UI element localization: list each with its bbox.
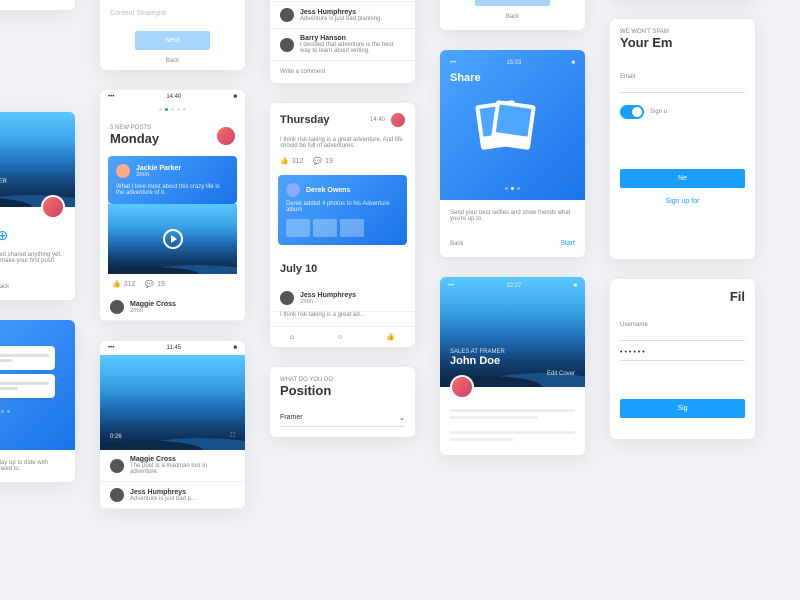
comment-item: Jess HumphreysAdventure is just bad p... (100, 482, 245, 509)
chat-bubble (0, 374, 55, 398)
like-icon[interactable]: 👍 (386, 333, 395, 341)
write-comment-input[interactable]: Write a comment (270, 61, 415, 83)
july-title: July 10 (280, 263, 405, 275)
start-link[interactable]: Start (560, 240, 575, 247)
post-stats: 👍 312💬 19 (280, 157, 405, 165)
password-input[interactable]: •••••• (620, 349, 745, 361)
comment-icon: 💬 19 (145, 280, 165, 288)
company-select[interactable]: Framer⌄ (280, 410, 405, 427)
back-link[interactable]: Back (450, 14, 575, 20)
fiber-title: ber (0, 30, 75, 53)
next-button[interactable]: Next (475, 0, 549, 6)
email-form-card: WE WON'T SPAM Your Em Email Sign u Ne Si… (610, 19, 755, 259)
chat-bubble (0, 346, 55, 370)
position-title: Position (280, 383, 405, 398)
avatar[interactable] (217, 127, 235, 145)
comment-item: Jess HumphreysAdventure is just bad plan… (270, 2, 415, 29)
signin-button[interactable]: Sig (620, 399, 745, 418)
back-link[interactable]: Back (0, 284, 65, 290)
post-stats: 👍 312 💬 19 (112, 280, 165, 288)
video-card: •••11:45■ 0:26⛶ Maggie CrossThe poet is … (100, 341, 245, 509)
fib-title: Fil (620, 289, 745, 304)
list-item[interactable]: Maggie Cross2min (100, 294, 245, 321)
profile2-card: •••12:27■ SALES AT FRAMER John Doe Edit … (440, 277, 585, 455)
home-icon[interactable]: ⌂ (290, 334, 294, 341)
signup-link[interactable]: Sign up for (620, 198, 745, 205)
video-comments-card: ▶ ━━━0:11 Maggie CrossThe poet is a madm… (270, 0, 415, 83)
username-label: Username (620, 322, 745, 328)
chat-card: Chat Send messages and stay up to date w… (0, 320, 75, 482)
thursday-card: Thursday 14:40 I think risk-taking is a … (270, 103, 415, 347)
thursday-title: Thursday (280, 114, 330, 126)
profile-name: John Doe (450, 355, 575, 367)
share-card: •••15:03■ Share Send your best selfies a… (440, 50, 585, 257)
avatar[interactable] (41, 195, 65, 219)
onboard-card: Bring your friends closer by building a … (0, 0, 75, 10)
polaroid-icon (493, 103, 533, 148)
empty-text: Looks like you have not shared anything … (0, 252, 65, 264)
tab-bar: ⌂ ○ 👍 (270, 326, 415, 347)
chat-title: Chat (0, 330, 65, 342)
login-card: Fil Username •••••• Sig (610, 279, 755, 439)
share-title: Share (450, 72, 575, 84)
chevron-down-icon: ⌄ (399, 414, 405, 422)
fiber-hero: ber Started (0, 30, 75, 92)
post-card[interactable]: Jackie Parker2min What I love most about… (108, 156, 237, 204)
derek-post[interactable]: Derek Owens Derek added 4 photos to his … (278, 175, 407, 245)
profile-hero-card: ENGINEER AT FRAMER John Doe ⊕ Looks like… (0, 112, 75, 300)
comment-item: Maggie CrossThe poet is a madman lost in… (100, 450, 245, 482)
job-select-card: Choose your job title⌄ Engineer Front-En… (100, 0, 245, 70)
position-card: WHAT DO YOU DO Position Framer⌄ (270, 367, 415, 437)
avatar[interactable] (391, 113, 405, 127)
email-heading: nail (0, 502, 75, 517)
share-desc: Send your best selfies and show friends … (450, 210, 575, 222)
next-button[interactable]: Next (135, 31, 209, 50)
avatar[interactable] (450, 375, 474, 399)
list-item[interactable]: Jess Humphreys2min (270, 285, 415, 312)
status-bar: •••14:40■ (100, 90, 245, 104)
monday-feed-card: •••14:40■ 5 NEW POSTS Monday Jackie Park… (100, 90, 245, 321)
email-title: Your Em (620, 35, 745, 50)
like-icon: 👍 312 (112, 280, 135, 288)
job-option[interactable]: Content Strategist (110, 4, 235, 23)
comment-item: Barry HansonI decided that adventure is … (270, 29, 415, 61)
signup-toggle[interactable] (620, 105, 644, 119)
back-link[interactable]: Back (450, 241, 463, 247)
back-link[interactable]: Back (110, 58, 235, 64)
search-icon[interactable]: ○ (338, 334, 342, 341)
monday-title: Monday (110, 131, 159, 146)
play-icon[interactable] (163, 229, 183, 249)
job-select-card-2: Choose your job title⌄ Next Back (440, 0, 585, 30)
email-label: Email (620, 74, 745, 80)
add-icon[interactable]: ⊕ (0, 227, 65, 244)
email-input[interactable] (620, 88, 745, 93)
next-button[interactable]: Ne (620, 169, 745, 188)
username-input[interactable] (620, 336, 745, 341)
chat-desc: Send messages and stay up to date with f… (0, 460, 65, 472)
